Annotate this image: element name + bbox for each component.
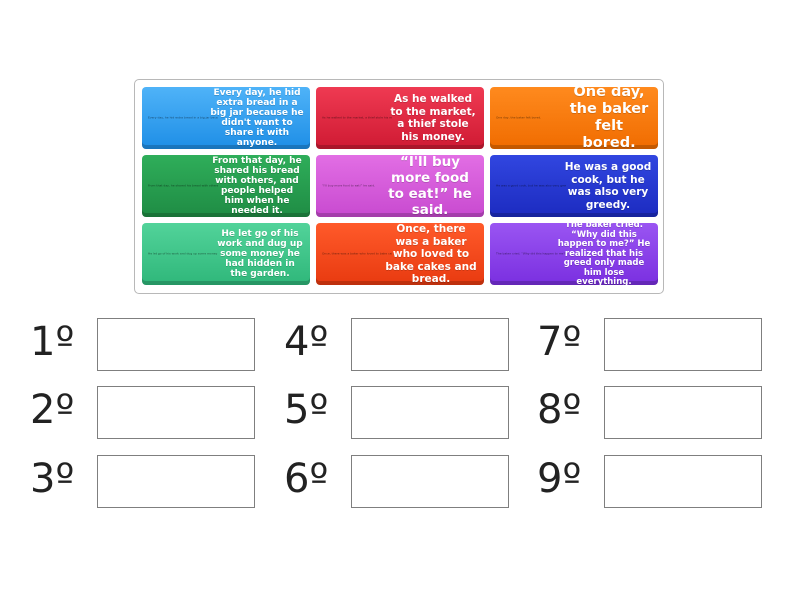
drop-slot-1[interactable] [97,318,255,371]
story-card[interactable]: He let go of his work and dug up some mo… [142,223,310,285]
card-text: Every day, he hid extra bread in a big j… [210,88,304,148]
card-tray: Every day, he hid extra bread in a big j… [134,79,664,294]
slot-label-3: 3º [30,456,75,502]
story-card[interactable]: He was a good cook, but he was also very… [490,155,658,217]
card-text: He was a good cook, but he was also very… [564,161,652,211]
card-text: As he walked to the market, a thief stol… [390,93,476,143]
card-text: He let go of his work and dug up some mo… [217,229,303,279]
card-text: One day, the baker felt bored. [569,87,649,149]
story-card[interactable]: Once, there was a baker who loved to bak… [316,223,484,285]
card-preview-text: He let go of his work and dug up some mo… [148,252,218,256]
slot-label-6: 6º [284,456,329,502]
drop-slot-2[interactable] [97,386,255,439]
card-text: Once, there was a baker who loved to bak… [385,223,477,285]
card-preview-text: Once, there was a baker who loved to bak… [322,252,392,256]
story-card[interactable]: As he walked to the market, a thief stol… [316,87,484,149]
slot-label-8: 8º [537,387,582,433]
card-preview-text: He was a good cook, but he was also very… [496,184,566,188]
card-text: From that day, he shared his bread with … [212,156,302,216]
drop-slot-4[interactable] [351,318,509,371]
drop-slot-8[interactable] [604,386,762,439]
slot-label-5: 5º [284,387,329,433]
story-card[interactable]: “I'll buy more food to eat!” he said. “I… [316,155,484,217]
story-card[interactable]: One day, the baker felt bored. One day, … [490,87,658,149]
slot-label-1: 1º [30,319,75,365]
drop-slot-9[interactable] [604,455,762,508]
slot-label-7: 7º [537,319,582,365]
card-preview-text: From that day, he shared his bread with … [148,184,218,188]
slot-label-2: 2º [30,387,75,433]
card-preview-text: One day, the baker felt bored. [496,116,542,120]
slot-label-9: 9º [537,456,582,502]
story-card[interactable]: The baker cried. “Why did this happen to… [490,223,658,285]
card-text: “I'll buy more food to eat!” he said. [388,155,472,217]
card-preview-text: Every day, he hid extra bread in a big j… [148,116,218,120]
card-preview-text: As he walked to the market, a thief stol… [322,116,392,120]
story-card[interactable]: Every day, he hid extra bread in a big j… [142,87,310,149]
slot-label-4: 4º [284,319,329,365]
drop-slot-6[interactable] [351,455,509,508]
card-text: The baker cried. “Why did this happen to… [557,223,651,285]
card-preview-text: “I'll buy more food to eat!” he said. [322,184,376,188]
drop-slot-3[interactable] [97,455,255,508]
story-card[interactable]: From that day, he shared his bread with … [142,155,310,217]
drop-slot-5[interactable] [351,386,509,439]
drop-slot-7[interactable] [604,318,762,371]
